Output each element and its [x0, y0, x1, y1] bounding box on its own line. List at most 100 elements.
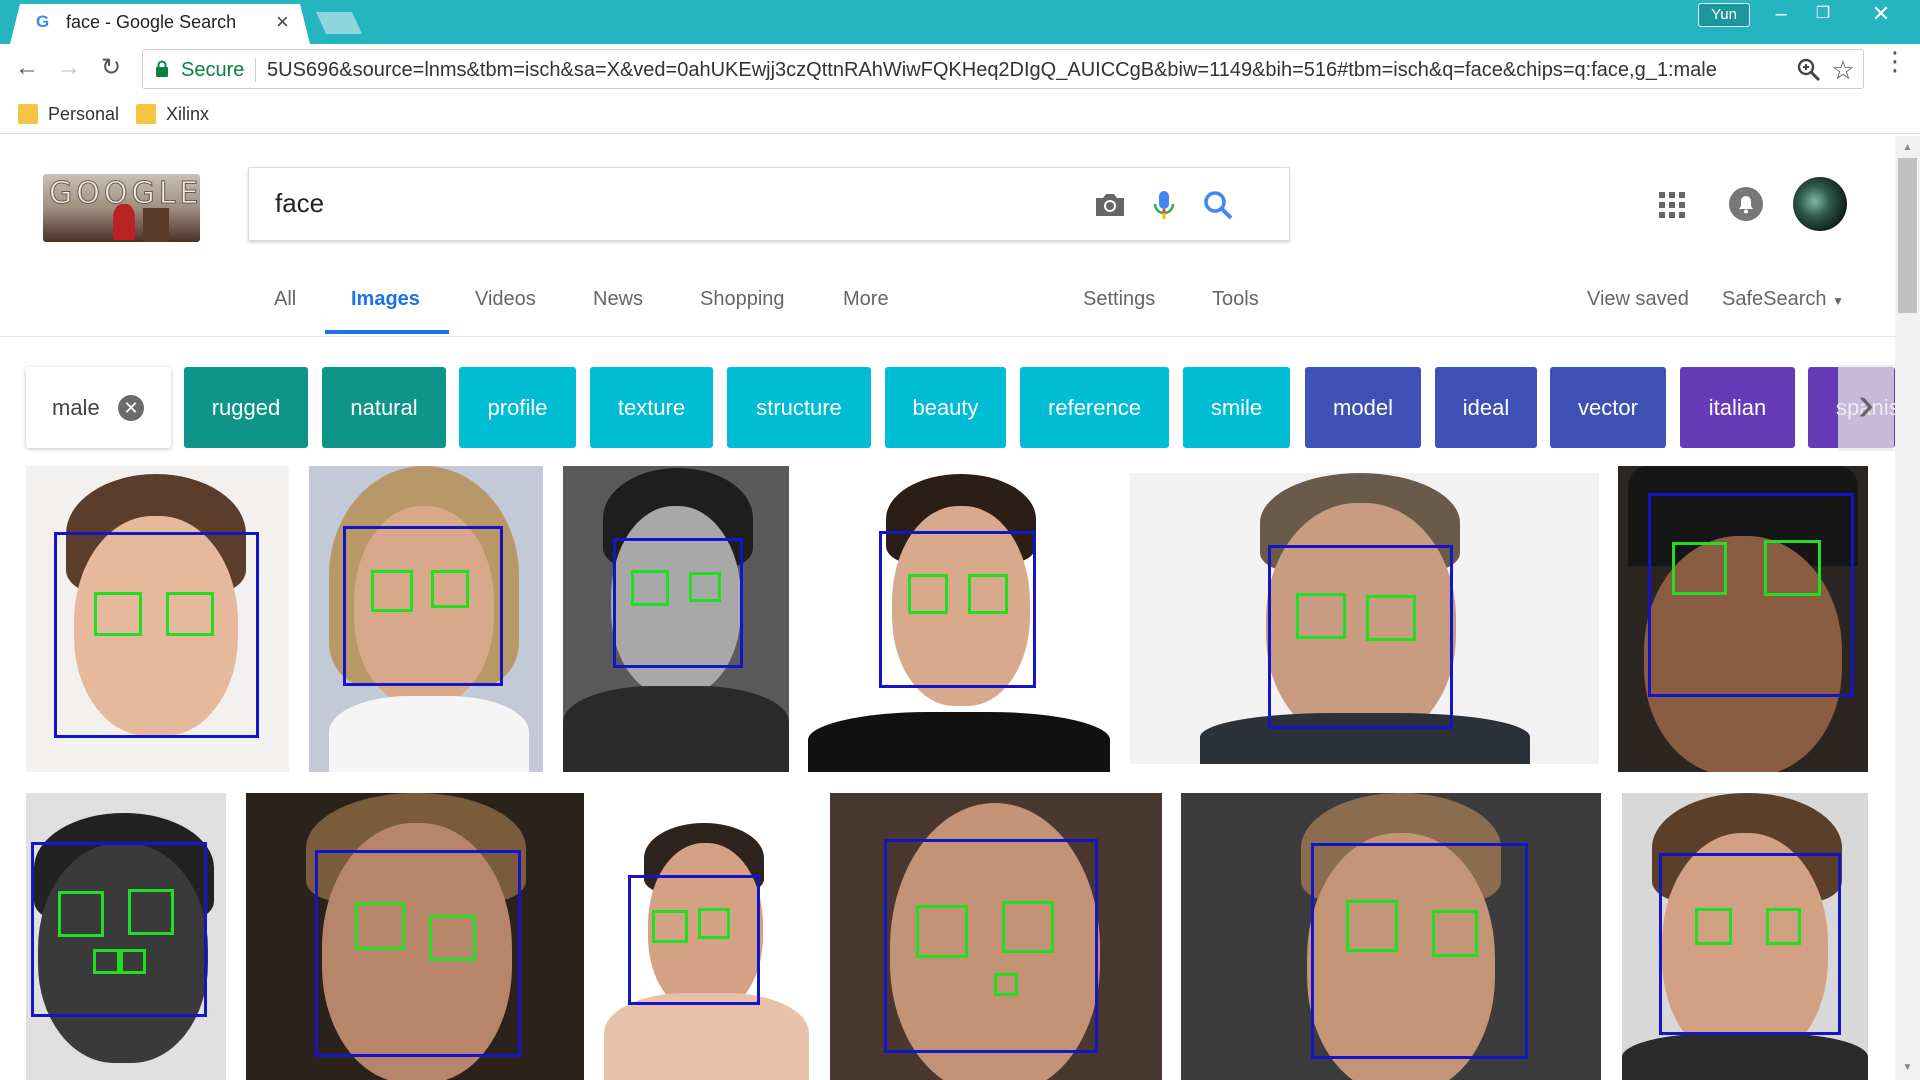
close-window-icon[interactable]: ✕ [1858, 0, 1904, 28]
chip-italian[interactable]: italian [1680, 367, 1795, 448]
image-result[interactable] [830, 793, 1162, 1080]
notifications-icon[interactable] [1728, 186, 1764, 222]
chip-ideal[interactable]: ideal [1435, 367, 1537, 448]
eye-detection-box [1296, 593, 1346, 639]
shirt [329, 696, 529, 772]
chip-structure[interactable]: structure [727, 367, 871, 448]
separator [255, 58, 256, 82]
bookmarks-bar: Personal Xilinx [0, 94, 1920, 134]
image-result[interactable] [563, 466, 789, 772]
chip-selected-male[interactable]: male ✕ [26, 367, 171, 448]
chip-vector[interactable]: vector [1550, 367, 1666, 448]
eye-detection-box [652, 910, 688, 943]
search-box[interactable]: face [248, 167, 1290, 241]
chevron-right-icon[interactable]: › [1838, 365, 1894, 451]
tab-images[interactable]: Images [351, 288, 420, 311]
close-tab-icon[interactable]: × [276, 9, 289, 35]
caret-down-icon: ▼ [1832, 294, 1844, 308]
safesearch-dropdown[interactable]: SafeSearch ▼ [1722, 288, 1844, 311]
tab-shopping[interactable]: Shopping [700, 288, 785, 311]
bookmark-personal[interactable]: Personal [18, 102, 119, 126]
shirt [563, 686, 789, 772]
shirt [1622, 1033, 1868, 1080]
image-result[interactable] [26, 466, 289, 772]
search-input[interactable]: face [275, 188, 324, 219]
address-bar[interactable]: Secure 5US696&source=lnms&tbm=isch&sa=X&… [142, 49, 1864, 89]
image-result[interactable] [26, 793, 226, 1080]
eye-detection-box [1766, 908, 1801, 945]
chip-texture[interactable]: texture [590, 367, 713, 448]
tab-videos[interactable]: Videos [475, 288, 536, 311]
eye-detection-box [431, 570, 469, 608]
doodle-figure [113, 204, 135, 240]
chip-smile[interactable]: smile [1183, 367, 1290, 448]
camera-icon[interactable] [1091, 186, 1129, 224]
bookmark-label: Xilinx [166, 104, 210, 124]
face-detection-box [343, 526, 503, 686]
menu-icon[interactable]: ⋮ [1882, 48, 1908, 74]
eye-detection-box [93, 949, 120, 974]
scroll-down-icon[interactable]: ▼ [1898, 1058, 1917, 1078]
eye-detection-box [1366, 595, 1416, 641]
image-result[interactable] [246, 793, 584, 1080]
secure-label: Secure [181, 59, 245, 81]
eye-detection-box [1002, 901, 1054, 953]
tab-settings[interactable]: Settings [1083, 288, 1155, 311]
image-result[interactable] [808, 466, 1110, 772]
tab-news[interactable]: News [593, 288, 643, 311]
google-doodle-logo[interactable]: GOOGLE [43, 174, 200, 242]
eye-detection-box [994, 973, 1018, 996]
star-icon[interactable]: ☆ [1829, 56, 1857, 84]
apps-icon[interactable] [1657, 190, 1687, 220]
image-result[interactable] [309, 466, 543, 772]
tab-tools[interactable]: Tools [1212, 288, 1259, 311]
tab-title[interactable]: face - Google Search [66, 12, 236, 33]
chip-rugged[interactable]: rugged [184, 367, 308, 448]
eye-detection-box [1695, 908, 1732, 945]
eye-detection-box [1764, 540, 1821, 596]
minimize-icon[interactable]: – [1758, 0, 1804, 28]
profile-badge[interactable]: Yun [1698, 3, 1750, 27]
folder-icon [18, 104, 38, 124]
scrollbar-thumb[interactable] [1898, 158, 1917, 313]
forward-icon[interactable]: → [54, 53, 84, 83]
zoom-icon[interactable] [1795, 56, 1823, 84]
face-detection-box [315, 850, 521, 1057]
eye-detection-box [1672, 542, 1727, 595]
chip-label: male [52, 395, 100, 420]
bookmark-xilinx[interactable]: Xilinx [136, 102, 209, 126]
image-result[interactable] [1130, 473, 1599, 764]
image-result[interactable] [1622, 793, 1868, 1080]
image-result[interactable] [1181, 793, 1601, 1080]
chip-reference[interactable]: reference [1020, 367, 1169, 448]
image-result[interactable] [1618, 466, 1868, 772]
restore-icon[interactable]: ❐ [1800, 0, 1846, 28]
reload-icon[interactable]: ↻ [96, 53, 126, 83]
chip-model[interactable]: model [1305, 367, 1421, 448]
face-detection-box [54, 532, 259, 738]
eye-detection-box [429, 915, 476, 961]
image-result[interactable] [604, 793, 809, 1080]
active-tab-indicator [325, 330, 449, 334]
shoulders [604, 993, 809, 1080]
scroll-up-icon[interactable]: ▲ [1898, 138, 1917, 158]
url-text[interactable]: 5US696&source=lnms&tbm=isch&sa=X&ved=0ah… [267, 59, 1767, 82]
eye-detection-box [355, 902, 405, 950]
lock-icon [156, 60, 168, 77]
chip-beauty[interactable]: beauty [885, 367, 1006, 448]
back-icon[interactable]: ← [12, 53, 42, 83]
chip-profile[interactable]: profile [459, 367, 576, 448]
remove-chip-icon[interactable]: ✕ [118, 395, 144, 421]
new-tab-button[interactable] [316, 12, 362, 34]
mic-icon[interactable] [1145, 186, 1183, 224]
chip-natural[interactable]: natural [322, 367, 446, 448]
tab-more[interactable]: More [843, 288, 889, 311]
eye-detection-box [58, 891, 104, 937]
eye-detection-box [1432, 910, 1478, 957]
tab-all[interactable]: All [274, 288, 296, 311]
eye-detection-box [371, 570, 413, 612]
avatar[interactable] [1793, 177, 1847, 231]
search-icon[interactable] [1199, 186, 1237, 224]
face-detection-box [1659, 853, 1841, 1035]
view-saved-link[interactable]: View saved [1587, 288, 1689, 311]
